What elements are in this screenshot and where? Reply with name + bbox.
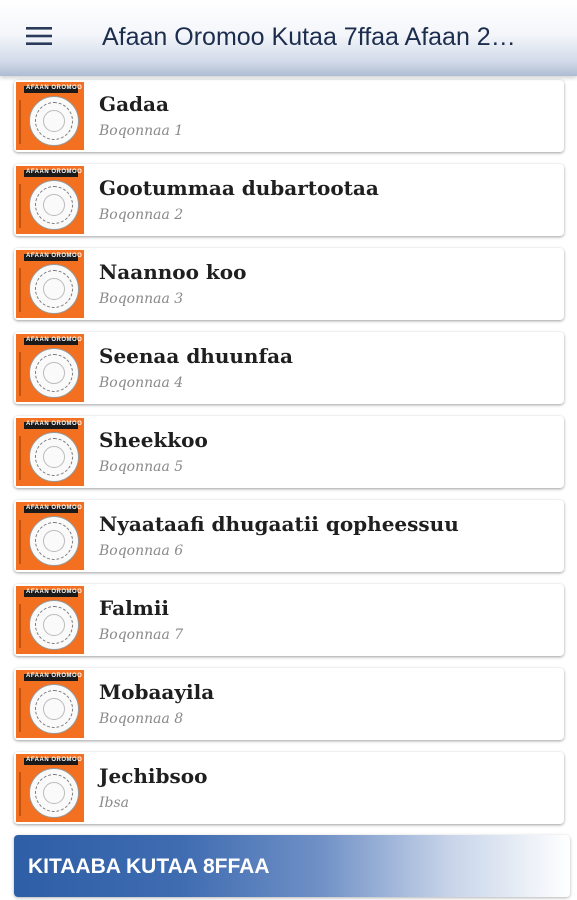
chapter-subtitle: Boqonnaa 8: [99, 711, 184, 727]
app-title: Afaan Oromoo Kutaa 7ffaa Afaan 2…: [102, 23, 516, 51]
chapter-subtitle: Boqonnaa 7: [99, 627, 184, 643]
next-grade-book-button[interactable]: KITAABA KUTAA 8FFAA: [14, 835, 570, 897]
cover-brand-text: AFAAN OROMOO: [26, 421, 83, 427]
book-cover-thumbnail: AFAAN OROMOO: [16, 334, 84, 402]
chapter-card[interactable]: AFAAN OROMOO Mobaayila Boqonnaa 8: [14, 668, 564, 740]
cover-spine-stripe: [19, 688, 21, 732]
cover-spine: [16, 768, 29, 822]
cover-spine: [16, 516, 29, 570]
chapter-title: Jechibsoo: [99, 764, 208, 788]
cover-brand-text: AFAAN OROMOO: [26, 253, 83, 259]
next-grade-book-label: KITAABA KUTAA 8FFAA: [28, 855, 270, 878]
cover-emblem-inner-ring: [43, 110, 65, 132]
cover-spine-stripe: [19, 184, 21, 228]
chapter-subtitle: Boqonnaa 5: [99, 459, 184, 475]
cover-emblem-inner-ring: [43, 614, 65, 636]
book-cover-thumbnail: AFAAN OROMOO: [16, 250, 84, 318]
cover-spine-stripe: [19, 436, 21, 480]
cover-spine: [16, 600, 29, 654]
chapter-card[interactable]: AFAAN OROMOO Gadaa Boqonnaa 1: [14, 80, 564, 152]
cover-emblem-inner-ring: [43, 362, 65, 384]
cover-emblem-inner-ring: [43, 194, 65, 216]
cover-spine: [16, 264, 29, 318]
cover-brand-text: AFAAN OROMOO: [26, 337, 83, 343]
book-cover-thumbnail: AFAAN OROMOO: [16, 586, 84, 654]
chapter-card[interactable]: AFAAN OROMOO Seenaa dhuunfaa Boqonnaa 4: [14, 332, 564, 404]
chapter-title: Mobaayila: [99, 680, 215, 704]
book-cover-thumbnail: AFAAN OROMOO: [16, 502, 84, 570]
cover-spine-stripe: [19, 352, 21, 396]
menu-button[interactable]: [16, 18, 62, 54]
cover-brand-text: AFAAN OROMOO: [26, 673, 83, 679]
chapter-card[interactable]: AFAAN OROMOO Falmii Boqonnaa 7: [14, 584, 564, 656]
book-cover-thumbnail: AFAAN OROMOO: [16, 418, 84, 486]
cover-spine-stripe: [19, 268, 21, 312]
cover-spine-stripe: [19, 772, 21, 816]
chapter-title: Gootummaa dubartootaa: [99, 176, 379, 200]
cover-spine: [16, 684, 29, 738]
chapter-card[interactable]: AFAAN OROMOO Sheekkoo Boqonnaa 5: [14, 416, 564, 488]
cover-emblem-inner-ring: [43, 278, 65, 300]
cover-brand-text: AFAAN OROMOO: [26, 505, 83, 511]
chapter-subtitle: Boqonnaa 3: [99, 291, 184, 307]
book-cover-thumbnail: AFAAN OROMOO: [16, 754, 84, 822]
cover-spine: [16, 180, 29, 234]
chapter-subtitle: Boqonnaa 6: [99, 543, 184, 559]
cover-emblem-inner-ring: [43, 530, 65, 552]
cover-brand-text: AFAAN OROMOO: [26, 85, 83, 91]
cover-emblem-inner-ring: [43, 446, 65, 468]
chapter-title: Nyaataafi dhugaatii qopheessuu: [99, 512, 459, 536]
chapter-card[interactable]: AFAAN OROMOO Jechibsoo Ibsa: [14, 752, 564, 824]
cover-emblem-inner-ring: [43, 782, 65, 804]
hamburger-menu-icon: [26, 27, 52, 45]
cover-brand-text: AFAAN OROMOO: [26, 169, 83, 175]
cover-brand-text: AFAAN OROMOO: [26, 757, 83, 763]
chapter-title: Seenaa dhuunfaa: [99, 344, 293, 368]
chapter-title: Falmii: [99, 596, 170, 620]
chapter-subtitle: Boqonnaa 2: [99, 207, 184, 223]
chapter-title: Sheekkoo: [99, 428, 208, 452]
chapter-subtitle: Boqonnaa 4: [99, 375, 184, 391]
cover-spine-stripe: [19, 604, 21, 648]
app-bar: Afaan Oromoo Kutaa 7ffaa Afaan 2…: [0, 0, 577, 76]
cover-emblem-inner-ring: [43, 698, 65, 720]
cover-spine: [16, 96, 29, 150]
chapter-title: Gadaa: [99, 92, 169, 116]
cover-spine-stripe: [19, 100, 21, 144]
chapter-title: Naannoo koo: [99, 260, 247, 284]
chapter-subtitle: Boqonnaa 1: [99, 123, 184, 139]
cover-spine-stripe: [19, 520, 21, 564]
cover-spine: [16, 348, 29, 402]
cover-brand-text: AFAAN OROMOO: [26, 589, 83, 595]
book-cover-thumbnail: AFAAN OROMOO: [16, 82, 84, 150]
cover-spine: [16, 432, 29, 486]
chapter-card[interactable]: AFAAN OROMOO Naannoo koo Boqonnaa 3: [14, 248, 564, 320]
chapter-card[interactable]: AFAAN OROMOO Gootummaa dubartootaa Boqonna…: [14, 164, 564, 236]
chapter-list: AFAAN OROMOO Gadaa Boqonnaa 1 AFAAN OROMOO G…: [14, 80, 564, 836]
book-cover-thumbnail: AFAAN OROMOO: [16, 166, 84, 234]
chapter-subtitle: Ibsa: [99, 795, 130, 811]
chapter-card[interactable]: AFAAN OROMOO Nyaataafi dhugaatii qopheess…: [14, 500, 564, 572]
book-cover-thumbnail: AFAAN OROMOO: [16, 670, 84, 738]
